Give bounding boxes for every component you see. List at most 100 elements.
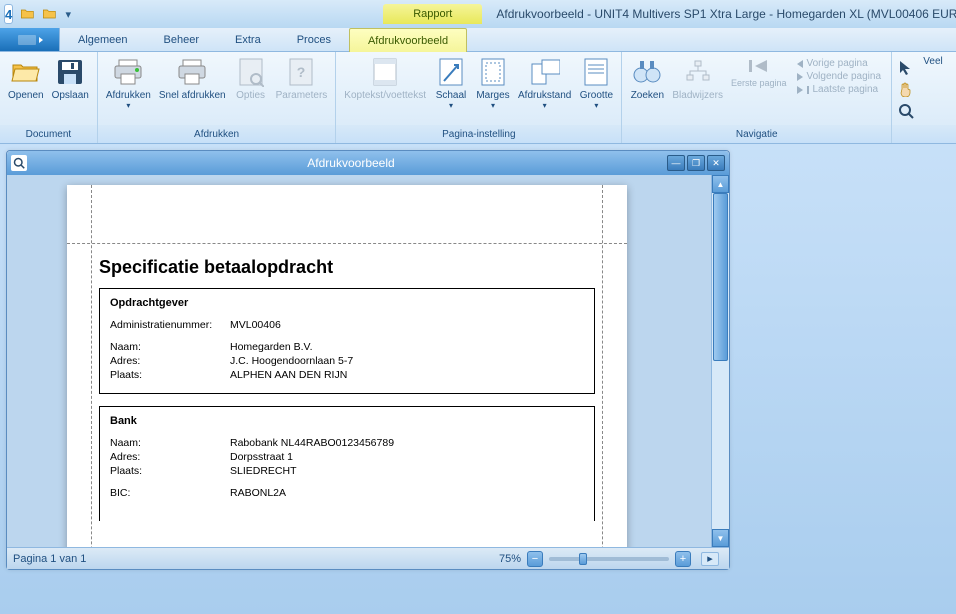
report-page: Specificatie betaalopdracht Opdrachtgeve… xyxy=(67,185,627,547)
bank-plaats-label: Plaats: xyxy=(110,465,230,477)
group-label-navigation: Navigatie xyxy=(622,125,891,143)
dropdown-icon: ▾ xyxy=(543,101,547,110)
scroll-track[interactable] xyxy=(712,193,729,529)
bank-plaats-value: SLIEDRECHT xyxy=(230,465,584,477)
dropdown-icon: ▾ xyxy=(594,101,598,110)
ribbon-group-navigation: Zoeken Bladwijzers Eerste pagina Vorige … xyxy=(622,52,892,143)
options-icon xyxy=(235,56,267,88)
preview-canvas[interactable]: Specificatie betaalopdracht Opdrachtgeve… xyxy=(7,175,711,547)
qat-open-icon[interactable] xyxy=(19,5,37,23)
dropdown-icon: ▾ xyxy=(491,101,495,110)
scale-button[interactable]: Schaal ▾ xyxy=(430,54,472,112)
zoom-slider-knob[interactable] xyxy=(579,553,587,565)
orientation-label: Afdrukstand xyxy=(518,90,571,101)
naam-value: Homegarden B.V. xyxy=(230,341,584,353)
floppy-disk-icon xyxy=(54,56,86,88)
hand-tool-button[interactable] xyxy=(896,80,916,98)
triangle-right-icon xyxy=(797,73,803,81)
ribbon-group-document: Openen Opslaan Document xyxy=(0,52,98,143)
margin-guide-right xyxy=(602,185,603,547)
pointer-tool-button[interactable] xyxy=(896,58,916,76)
group-label-print: Afdrukken xyxy=(98,125,335,143)
menu-beheer[interactable]: Beheer xyxy=(146,28,217,51)
vertical-scrollbar[interactable]: ▲ ▼ xyxy=(711,175,729,547)
bank-box: Bank Naam:Rabobank NL44RABO0123456789 Ad… xyxy=(99,406,595,521)
adres-label: Adres: xyxy=(110,355,230,367)
ribbon: Openen Opslaan Document Afdrukken ▾ xyxy=(0,52,956,144)
printer-quick-icon xyxy=(176,56,208,88)
zoom-out-button[interactable]: − xyxy=(527,551,543,567)
menubar: Algemeen Beheer Extra Proces Afdrukvoorb… xyxy=(0,28,956,52)
bank-naam-value: Rabobank NL44RABO0123456789 xyxy=(230,437,584,449)
scale-icon xyxy=(435,56,467,88)
header-footer-button: Koptekst/voettekst xyxy=(340,54,430,103)
menu-proces[interactable]: Proces xyxy=(279,28,349,51)
size-button[interactable]: Grootte ▾ xyxy=(575,54,617,112)
sitemap-icon xyxy=(682,56,714,88)
app-titlebar: 4 ▾ Rapport Afdrukvoorbeeld - UNIT4 Mult… xyxy=(0,0,956,28)
multipage-label: Veel xyxy=(923,56,942,67)
bookmarks-label: Bladwijzers xyxy=(672,90,723,101)
find-label: Zoeken xyxy=(631,90,664,101)
qat-folder-icon[interactable] xyxy=(41,5,59,23)
menu-algemeen[interactable]: Algemeen xyxy=(60,28,146,51)
find-button[interactable]: Zoeken xyxy=(626,54,668,125)
triangle-right-icon xyxy=(797,86,803,94)
margins-button[interactable]: Marges ▾ xyxy=(472,54,514,112)
parameters-icon: ? xyxy=(285,56,317,88)
margins-label: Marges xyxy=(476,90,509,101)
menu-afdrukvoorbeeld[interactable]: Afdrukvoorbeeld xyxy=(349,28,467,52)
qat-customize-dropdown[interactable]: ▾ xyxy=(63,6,73,22)
first-page-button: Eerste pagina xyxy=(727,54,791,125)
folder-open-icon xyxy=(10,56,42,88)
first-page-icon xyxy=(743,56,775,76)
scroll-thumb[interactable] xyxy=(713,193,728,361)
maximize-button[interactable]: ❐ xyxy=(687,155,705,171)
dropdown-icon: ▾ xyxy=(126,101,130,110)
prev-page-link: Vorige pagina xyxy=(797,58,882,69)
group-label-document: Document xyxy=(0,125,97,143)
next-page-label: Volgende pagina xyxy=(807,71,882,82)
page-size-icon xyxy=(580,56,612,88)
save-label: Opslaan xyxy=(52,90,89,101)
quick-print-button[interactable]: Snel afdrukken xyxy=(155,54,230,103)
save-button[interactable]: Opslaan xyxy=(48,54,93,103)
last-page-link: Laatste pagina xyxy=(797,84,882,95)
zoom-in-button[interactable]: + xyxy=(675,551,691,567)
bookmarks-button: Bladwijzers xyxy=(668,54,727,125)
opdrachtgever-box: Opdrachtgever Administratienummer:MVL004… xyxy=(99,288,595,394)
minimize-button[interactable]: — xyxy=(667,155,685,171)
multipage-button[interactable]: Veel xyxy=(918,54,948,69)
magnifier-icon xyxy=(11,155,27,171)
preview-titlebar[interactable]: Afdrukvoorbeeld — ❐ ✕ xyxy=(7,151,729,175)
bank-naam-label: Naam: xyxy=(110,437,230,449)
scroll-up-button[interactable]: ▲ xyxy=(712,175,729,193)
context-tab-rapport: Rapport xyxy=(383,4,482,24)
menu-extra[interactable]: Extra xyxy=(217,28,279,51)
open-button[interactable]: Openen xyxy=(4,54,48,103)
workspace: Afdrukvoorbeeld — ❐ ✕ Specificatie betaa… xyxy=(0,144,956,614)
scroll-down-button[interactable]: ▼ xyxy=(712,529,729,547)
bank-heading: Bank xyxy=(110,415,584,427)
application-menu-button[interactable] xyxy=(0,28,60,51)
open-label: Openen xyxy=(8,90,44,101)
dropdown-icon: ▾ xyxy=(449,101,453,110)
bank-adres-label: Adres: xyxy=(110,451,230,463)
print-label: Afdrukken xyxy=(106,90,151,101)
zoom-slider[interactable] xyxy=(549,557,669,561)
ribbon-group-page-setup: Koptekst/voettekst Schaal ▾ Marges ▾ xyxy=(336,52,622,143)
horizontal-scrollbar[interactable]: ▸ xyxy=(701,552,719,566)
magnifier-tool-button[interactable] xyxy=(896,102,916,120)
parameters-button: ? Parameters xyxy=(272,54,332,103)
parameters-label: Parameters xyxy=(276,90,328,101)
orientation-button[interactable]: Afdrukstand ▾ xyxy=(514,54,575,112)
close-button[interactable]: ✕ xyxy=(707,155,725,171)
next-page-link: Volgende pagina xyxy=(797,71,882,82)
zoom-value: 75% xyxy=(499,553,521,565)
prev-page-label: Vorige pagina xyxy=(807,58,868,69)
header-footer-label: Koptekst/voettekst xyxy=(344,90,426,101)
print-button[interactable]: Afdrukken ▾ xyxy=(102,54,155,112)
bank-adres-value: Dorpsstraat 1 xyxy=(230,451,584,463)
app-logo-icon: 4 xyxy=(4,4,13,24)
group-label-page-setup: Pagina-instelling xyxy=(336,125,621,143)
